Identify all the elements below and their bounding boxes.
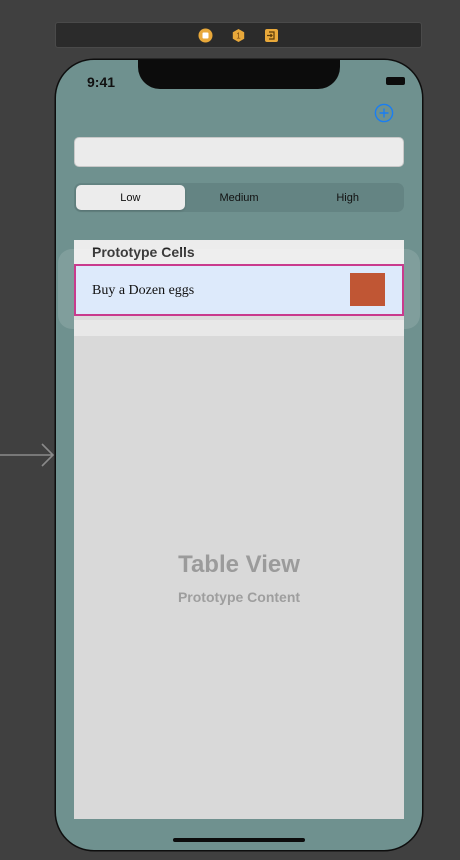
plus-circle-icon xyxy=(374,103,394,123)
table-view-placeholder-title: Table View xyxy=(178,551,300,578)
exit-icon[interactable] xyxy=(264,28,279,43)
table-view-placeholder-subtitle: Prototype Content xyxy=(177,589,301,605)
notch xyxy=(138,60,340,89)
cell-label: Buy a Dozen eggs xyxy=(92,283,195,298)
status-time: 9:41 xyxy=(87,74,116,90)
first-responder-icon[interactable]: 1 xyxy=(231,28,246,43)
svg-text:1: 1 xyxy=(236,31,241,40)
iphone-frame: 9:41 Low Medium High Prototype Cells Buy… xyxy=(56,60,422,850)
cell-separator-band xyxy=(74,320,404,336)
view-controller-icon[interactable] xyxy=(198,28,213,43)
table-view[interactable]: Prototype Cells Buy a Dozen eggs Table V… xyxy=(58,240,420,819)
add-button[interactable] xyxy=(374,103,394,123)
priority-segmented-control: Low Medium High xyxy=(74,183,404,212)
scene-dock: 1 xyxy=(55,22,422,48)
segment-medium[interactable]: Medium xyxy=(185,185,294,210)
color-swatch xyxy=(350,273,385,306)
task-text-field[interactable] xyxy=(74,137,404,167)
battery-icon xyxy=(386,77,405,85)
entry-point-arrow[interactable] xyxy=(0,440,60,470)
home-indicator xyxy=(173,838,305,842)
segment-low[interactable]: Low xyxy=(76,185,185,210)
prototype-cell[interactable]: Buy a Dozen eggs xyxy=(74,264,404,316)
segment-high[interactable]: High xyxy=(293,185,402,210)
